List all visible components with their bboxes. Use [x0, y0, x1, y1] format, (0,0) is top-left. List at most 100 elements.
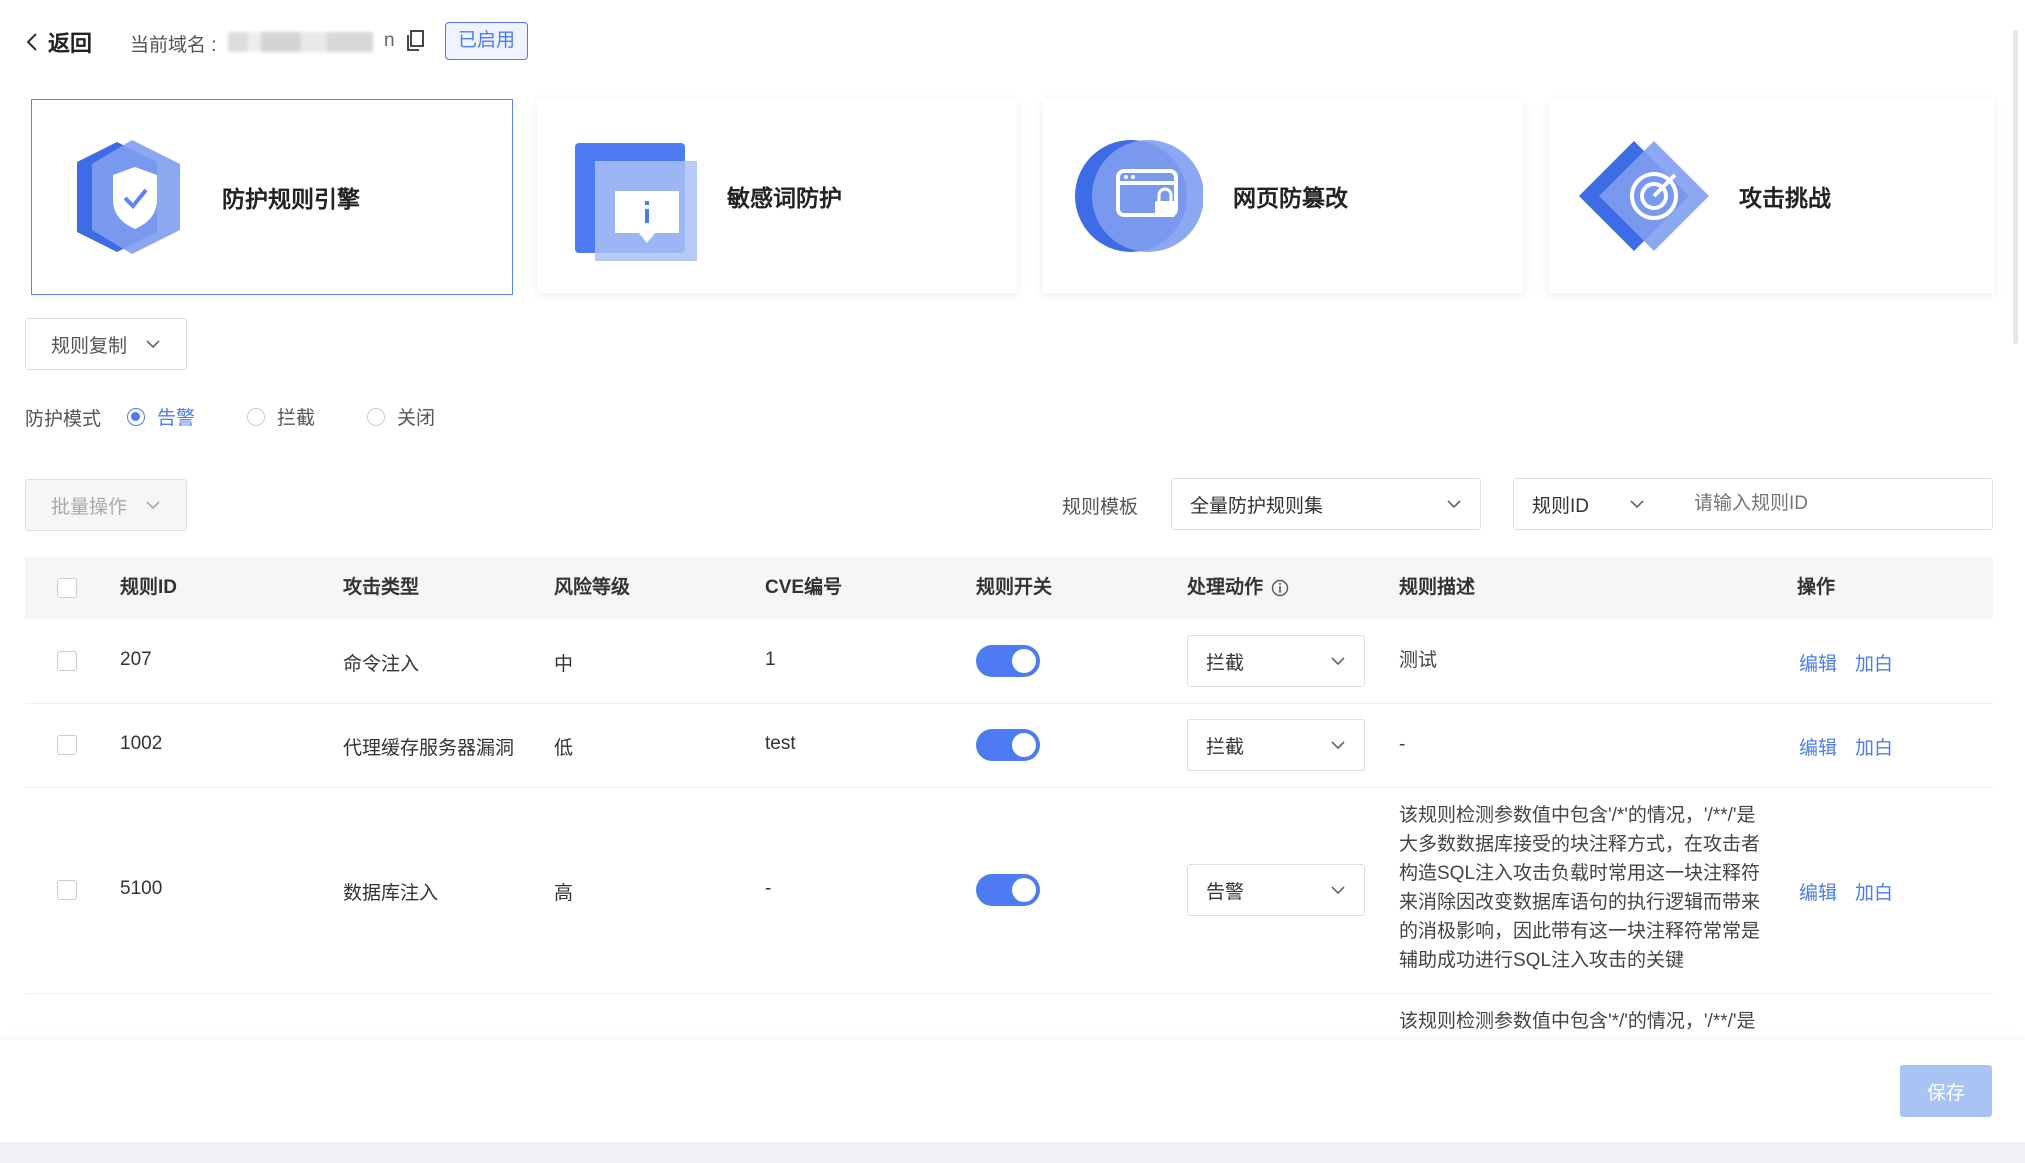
- domain-value-redacted: [228, 32, 393, 52]
- chevron-down-icon: [1630, 500, 1644, 509]
- card-title: 敏感词防护: [727, 185, 842, 211]
- select-all-checkbox[interactable]: [57, 578, 77, 598]
- rule-switch[interactable]: [976, 645, 1040, 677]
- card-title: 网页防篡改: [1233, 185, 1348, 211]
- rule-description: 测试: [1399, 650, 1438, 671]
- table-row: 207 命令注入 中 1 拦截 测试 编辑 加白: [25, 619, 1993, 704]
- chevron-down-icon: [1331, 657, 1345, 666]
- card-tamper-protection[interactable]: 网页防篡改: [1043, 99, 1523, 293]
- rule-copy-label: 规则复制: [50, 335, 127, 357]
- rule-id-input[interactable]: [1682, 492, 1992, 516]
- table-header: 规则ID 攻击类型 风险等级 CVE编号 规则开关 处理动作 规则描述 操作: [25, 557, 1993, 619]
- whitelist-link[interactable]: 加白: [1855, 733, 1893, 760]
- batch-label: 批量操作: [50, 496, 127, 518]
- row-checkbox[interactable]: [57, 735, 77, 755]
- radio-dot: [127, 407, 145, 426]
- radio-dot: [367, 407, 385, 426]
- column-header-action: 处理动作: [1187, 557, 1289, 619]
- row-checkbox[interactable]: [57, 651, 77, 671]
- column-header: 规则开关: [976, 577, 1053, 598]
- cve-id: -: [765, 878, 772, 899]
- rule-template-value: 全量防护规则集: [1190, 495, 1324, 517]
- chevron-down-icon: [1447, 500, 1461, 509]
- edit-link[interactable]: 编辑: [1799, 733, 1837, 760]
- rule-id: 5100: [120, 878, 163, 899]
- action-value: 拦截: [1206, 652, 1245, 674]
- chevron-down-icon: [1331, 886, 1345, 895]
- card-title: 攻击挑战: [1739, 185, 1831, 211]
- radio-label: 关闭: [397, 408, 436, 429]
- info-icon: [575, 143, 697, 261]
- rule-switch[interactable]: [976, 729, 1040, 761]
- edit-link[interactable]: 编辑: [1799, 649, 1837, 676]
- whitelist-link[interactable]: 加白: [1855, 878, 1893, 905]
- risk-level: 低: [554, 738, 574, 759]
- domain-label: 当前域名 :: [130, 35, 217, 56]
- column-header: 操作: [1797, 577, 1836, 598]
- column-header: 风险等级: [554, 577, 631, 598]
- radio-off[interactable]: 关闭: [367, 403, 435, 430]
- action-select[interactable]: 拦截: [1187, 719, 1365, 771]
- column-header: 规则描述: [1399, 577, 1476, 598]
- column-header: 处理动作: [1187, 577, 1264, 598]
- card-title: 防护规则引擎: [222, 186, 360, 212]
- action-value: 告警: [1206, 881, 1245, 903]
- table-row: 1002 代理缓存服务器漏洞 低 test 拦截 - 编辑 加白: [25, 703, 1993, 788]
- status-badge: 已启用: [445, 22, 529, 60]
- chevron-down-icon: [1331, 741, 1345, 750]
- rule-id-search[interactable]: 规则ID: [1513, 478, 1993, 530]
- radio-label: 告警: [157, 408, 196, 429]
- rule-template-select[interactable]: 全量防护规则集: [1171, 478, 1481, 530]
- chevron-left-icon: [26, 33, 37, 51]
- bottom-bar: [0, 1142, 2025, 1163]
- risk-level: 高: [554, 883, 574, 904]
- batch-operation-dropdown[interactable]: 批量操作: [25, 479, 187, 531]
- rule-description-partial: 该规则检测参数值中包含'*/'的情况，'/**/'是: [1399, 1011, 1756, 1032]
- column-header: 攻击类型: [343, 577, 420, 598]
- save-button[interactable]: 保存: [1900, 1065, 1992, 1117]
- card-protection-rules[interactable]: 防护规则引擎: [31, 99, 513, 295]
- attack-type: 代理缓存服务器漏洞: [343, 738, 515, 759]
- scrollbar[interactable]: [2013, 30, 2018, 344]
- attack-type: 命令注入: [343, 654, 420, 675]
- radio-block[interactable]: 拦截: [247, 403, 315, 430]
- rule-template-label: 规则模板: [1062, 497, 1139, 518]
- back-label: 返回: [48, 31, 93, 56]
- footer-bar: [0, 1040, 2025, 1142]
- attack-type: 数据库注入: [343, 883, 439, 904]
- info-circle-icon[interactable]: [1271, 579, 1289, 597]
- domain-value-tail: n: [384, 30, 395, 51]
- card-attack-challenge[interactable]: 攻击挑战: [1549, 99, 1994, 293]
- cve-id: test: [765, 733, 796, 754]
- protection-mode-label: 防护模式: [25, 409, 102, 430]
- risk-level: 中: [554, 654, 574, 675]
- row-checkbox[interactable]: [57, 880, 77, 900]
- whitelist-link[interactable]: 加白: [1855, 649, 1893, 676]
- column-header: 规则ID: [120, 577, 178, 598]
- action-select[interactable]: 拦截: [1187, 635, 1365, 687]
- rule-id: 207: [120, 649, 152, 670]
- edit-link[interactable]: 编辑: [1799, 878, 1837, 905]
- action-value: 拦截: [1206, 736, 1245, 758]
- rule-description: -: [1399, 734, 1406, 755]
- shield-icon: [77, 140, 180, 254]
- search-field-value: 规则ID: [1532, 495, 1590, 517]
- radio-label: 拦截: [277, 408, 316, 429]
- table-row: 5100 数据库注入 高 - 告警 该规则检测参数值中包含'/*'的情况，'/*…: [25, 787, 1993, 994]
- chevron-down-icon: [146, 340, 160, 349]
- column-header: CVE编号: [765, 577, 843, 598]
- rule-description: 该规则检测参数值中包含'/*'的情况，'/**/'是大多数数据库接受的块注释方式…: [1399, 805, 1761, 971]
- chevron-down-icon: [146, 501, 160, 510]
- rule-copy-dropdown[interactable]: 规则复制: [25, 318, 187, 370]
- lock-browser-icon: [1075, 140, 1203, 252]
- radio-dot: [247, 407, 265, 426]
- radio-alert[interactable]: 告警: [127, 403, 195, 430]
- back-button[interactable]: 返回: [26, 26, 92, 58]
- card-sensitive-words[interactable]: 敏感词防护: [537, 99, 1017, 293]
- action-select[interactable]: 告警: [1187, 864, 1365, 916]
- search-field-select[interactable]: 规则ID: [1514, 491, 1682, 518]
- copy-icon[interactable]: [406, 30, 424, 52]
- rule-id: 1002: [120, 733, 163, 754]
- rule-switch[interactable]: [976, 874, 1040, 906]
- target-icon: [1579, 141, 1709, 251]
